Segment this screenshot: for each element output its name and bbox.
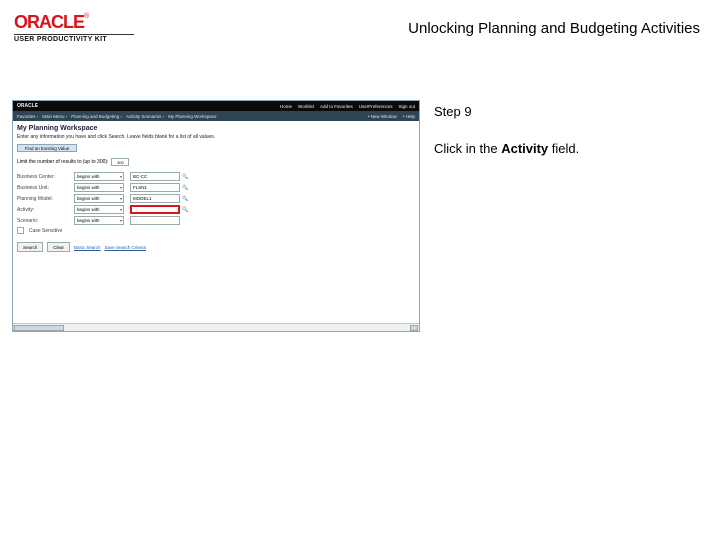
op-business-center[interactable]: begins with [74,172,124,181]
step-number: Step 9 [434,104,702,119]
app-screenshot: ORACLE Home Worklist Add to Favorites Us… [12,100,420,332]
op-scenario[interactable]: begins with [74,216,124,225]
crumb-main[interactable]: Main Menu [42,114,67,119]
row-planning-model: Planning Model: begins with MODEL1 🔍 [17,194,415,203]
lookup-icon[interactable]: 🔍 [182,185,190,191]
doc-header: ORACLE® USER PRODUCTIVITY KIT Unlocking … [0,0,720,50]
case-sensitive-checkbox[interactable] [17,227,24,234]
util-help[interactable]: Help [403,114,415,119]
horizontal-scrollbar[interactable] [13,323,419,331]
lookup-icon[interactable]: 🔍 [182,174,190,180]
val-planning-model[interactable]: MODEL1 [130,194,180,203]
val-scenario[interactable] [130,216,180,225]
step-prefix: Click in the [434,141,501,156]
menu-favorites[interactable]: Add to Favorites [320,104,353,109]
scroll-right-icon[interactable] [410,325,418,331]
crumb-planning[interactable]: Planning and Budgeting [71,114,122,119]
op-business-unit[interactable]: begins with [74,183,124,192]
menu-signout[interactable]: Sign out [398,104,415,109]
doc-title: Unlocking Planning and Budgeting Activit… [134,20,706,37]
form-buttons: Search Clear Basic Search Save Search Cr… [13,236,419,254]
menu-home[interactable]: Home [280,104,292,109]
op-activity[interactable]: begins with [74,205,124,214]
app-topbar: ORACLE Home Worklist Add to Favorites Us… [13,101,419,111]
crumb-favorites[interactable]: Favorites [17,114,38,119]
label-business-center: Business Center: [17,174,72,180]
row-activity: Activity: begins with 🔍 [17,205,415,214]
oracle-logo-block: ORACLE® USER PRODUCTIVITY KIT [14,13,134,43]
app-top-menus: Home Worklist Add to Favorites UserPrefe… [280,104,415,109]
menu-prefs[interactable]: UserPreferences [359,104,393,109]
row-scenario: Scenario: begins with [17,216,415,225]
crumb-workspace[interactable]: My Planning Workspace [168,114,216,119]
scroll-thumb[interactable] [14,325,64,331]
breadcrumb-bar: Favorites Main Menu Planning and Budgeti… [13,111,419,121]
page-subtitle: Enter any information you have and click… [13,134,419,144]
page-title: My Planning Workspace [13,121,419,134]
util-links: New Window Help [368,114,415,119]
step-text: Click in the Activity field. [434,141,702,156]
tab-find-existing[interactable]: Find an Existing Value [17,144,77,152]
label-business-unit: Business Unit: [17,185,72,191]
registered-icon: ® [84,13,89,20]
util-newwindow[interactable]: New Window [368,114,397,119]
menu-worklist[interactable]: Worklist [298,104,314,109]
label-scenario: Scenario: [17,218,72,224]
row-business-center: Business Center: begins with BC-CC 🔍 [17,172,415,181]
result-limit-row: Limit the number of results to (up to 30… [13,156,419,172]
link-save-criteria[interactable]: Save Search Criteria [105,245,147,250]
row-business-unit: Business Unit: begins with FLSN1 🔍 [17,183,415,192]
row-case-sensitive: Case Sensitive [17,227,415,234]
breadcrumb: Favorites Main Menu Planning and Budgeti… [17,114,217,119]
logo-divider [14,34,134,35]
step-suffix: field. [548,141,579,156]
limit-label: Limit the number of results to (up to 30… [17,159,108,165]
val-business-center[interactable]: BC-CC [130,172,180,181]
val-business-unit[interactable]: FLSN1 [130,183,180,192]
product-line: USER PRODUCTIVITY KIT [14,36,134,43]
clear-button[interactable]: Clear [47,242,70,252]
app-brand: ORACLE [17,103,38,109]
op-planning-model[interactable]: begins with [74,194,124,203]
lookup-icon[interactable]: 🔍 [182,196,190,202]
oracle-logo: ORACLE [14,12,84,32]
search-button[interactable]: Search [17,242,43,252]
lookup-icon[interactable]: 🔍 [182,207,190,213]
activity-field[interactable] [130,205,180,214]
instruction-panel: Step 9 Click in the Activity field. [420,100,708,332]
link-basic-search[interactable]: Basic Search [74,245,101,250]
label-planning-model: Planning Model: [17,196,72,202]
crumb-activity[interactable]: Activity Scenarios [126,114,164,119]
label-case-sensitive: Case Sensitive [29,228,415,234]
limit-input[interactable]: 300 [111,158,129,166]
search-form: Business Center: begins with BC-CC 🔍 Bus… [13,172,419,234]
label-activity: Activity: [17,207,72,213]
step-field-name: Activity [501,141,548,156]
